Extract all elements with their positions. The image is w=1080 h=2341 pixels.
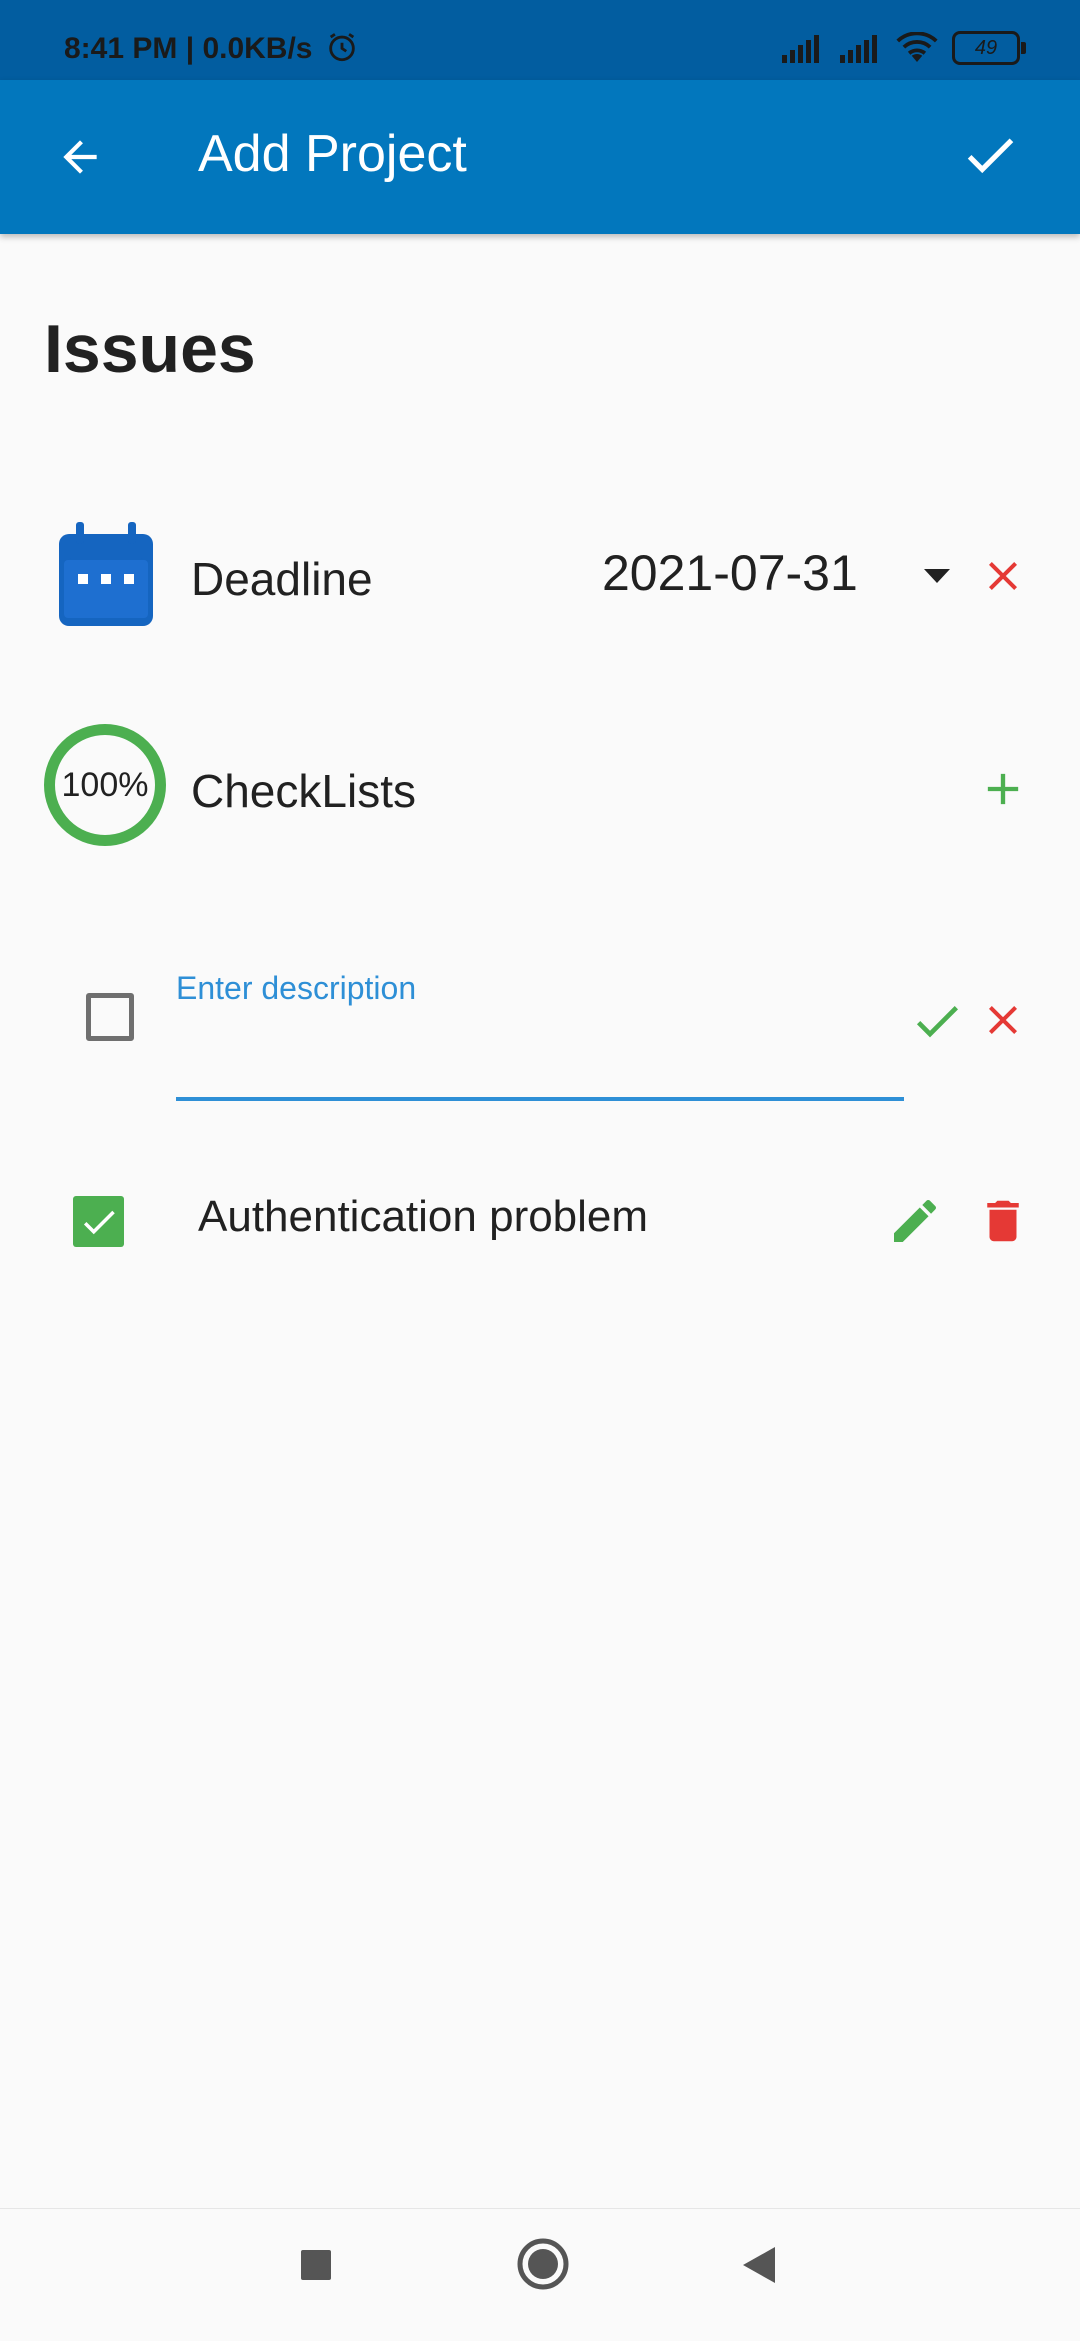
arrow-back-icon bbox=[63, 140, 97, 174]
back-button[interactable] bbox=[40, 117, 120, 197]
deadline-label: Deadline bbox=[191, 553, 373, 605]
save-button[interactable] bbox=[950, 115, 1030, 195]
system-nav-bar bbox=[0, 2208, 1080, 2341]
wifi-icon bbox=[896, 32, 938, 62]
check-icon bbox=[916, 1006, 958, 1038]
home-button[interactable] bbox=[510, 2231, 576, 2297]
description-input[interactable] bbox=[176, 1014, 904, 1094]
cancel-item-button[interactable] bbox=[975, 992, 1031, 1048]
add-checklist-button[interactable] bbox=[974, 760, 1032, 818]
calendar-icon bbox=[56, 522, 156, 628]
back-nav-button[interactable] bbox=[730, 2235, 790, 2295]
signal-icon bbox=[782, 35, 819, 63]
new-item-checkbox[interactable] bbox=[86, 993, 134, 1041]
delete-item-button[interactable] bbox=[972, 1190, 1034, 1252]
deadline-date-value[interactable]: 2021-07-31 bbox=[602, 544, 858, 602]
pencil-icon bbox=[894, 1199, 937, 1242]
square-icon bbox=[301, 2250, 331, 2280]
alarm-icon bbox=[329, 33, 355, 62]
description-input-label: Enter description bbox=[176, 970, 417, 1006]
plus-icon bbox=[987, 773, 1019, 805]
input-underline bbox=[176, 1097, 904, 1101]
check-icon bbox=[967, 138, 1014, 174]
list-item-text: Authentication problem bbox=[198, 1192, 649, 1241]
chevron-down-icon bbox=[924, 569, 950, 583]
close-icon bbox=[989, 562, 1017, 590]
status-time: 8:41 PM | 0.0KB/s bbox=[64, 30, 359, 66]
page-title: Add Project bbox=[198, 125, 467, 183]
progress-text: 100% bbox=[61, 765, 149, 804]
status-bar: 8:41 PM | 0.0KB/s 49 bbox=[0, 0, 1080, 80]
clear-deadline-button[interactable] bbox=[975, 548, 1031, 604]
status-icons: 49 bbox=[780, 28, 1026, 68]
edit-item-button[interactable] bbox=[884, 1190, 946, 1252]
checkmark-icon bbox=[83, 1210, 115, 1234]
progress-ring: 100% bbox=[44, 724, 166, 846]
close-icon bbox=[989, 1006, 1017, 1034]
section-heading: Issues bbox=[44, 311, 256, 387]
checklists-label: CheckLists bbox=[191, 765, 416, 817]
deadline-dropdown[interactable] bbox=[912, 556, 962, 596]
recents-button[interactable] bbox=[286, 2235, 346, 2295]
triangle-back-icon bbox=[743, 2247, 775, 2283]
signal-icon bbox=[840, 35, 877, 63]
battery-level: 49 bbox=[974, 37, 998, 59]
status-time-text: 8:41 PM | 0.0KB/s bbox=[64, 32, 313, 65]
item-checkbox[interactable] bbox=[73, 1196, 124, 1247]
home-circle-icon bbox=[517, 2238, 569, 2290]
app-bar: Add Project bbox=[0, 80, 1080, 234]
confirm-item-button[interactable] bbox=[906, 990, 968, 1052]
battery-icon: 49 bbox=[952, 31, 1026, 65]
trash-icon bbox=[987, 1200, 1019, 1242]
